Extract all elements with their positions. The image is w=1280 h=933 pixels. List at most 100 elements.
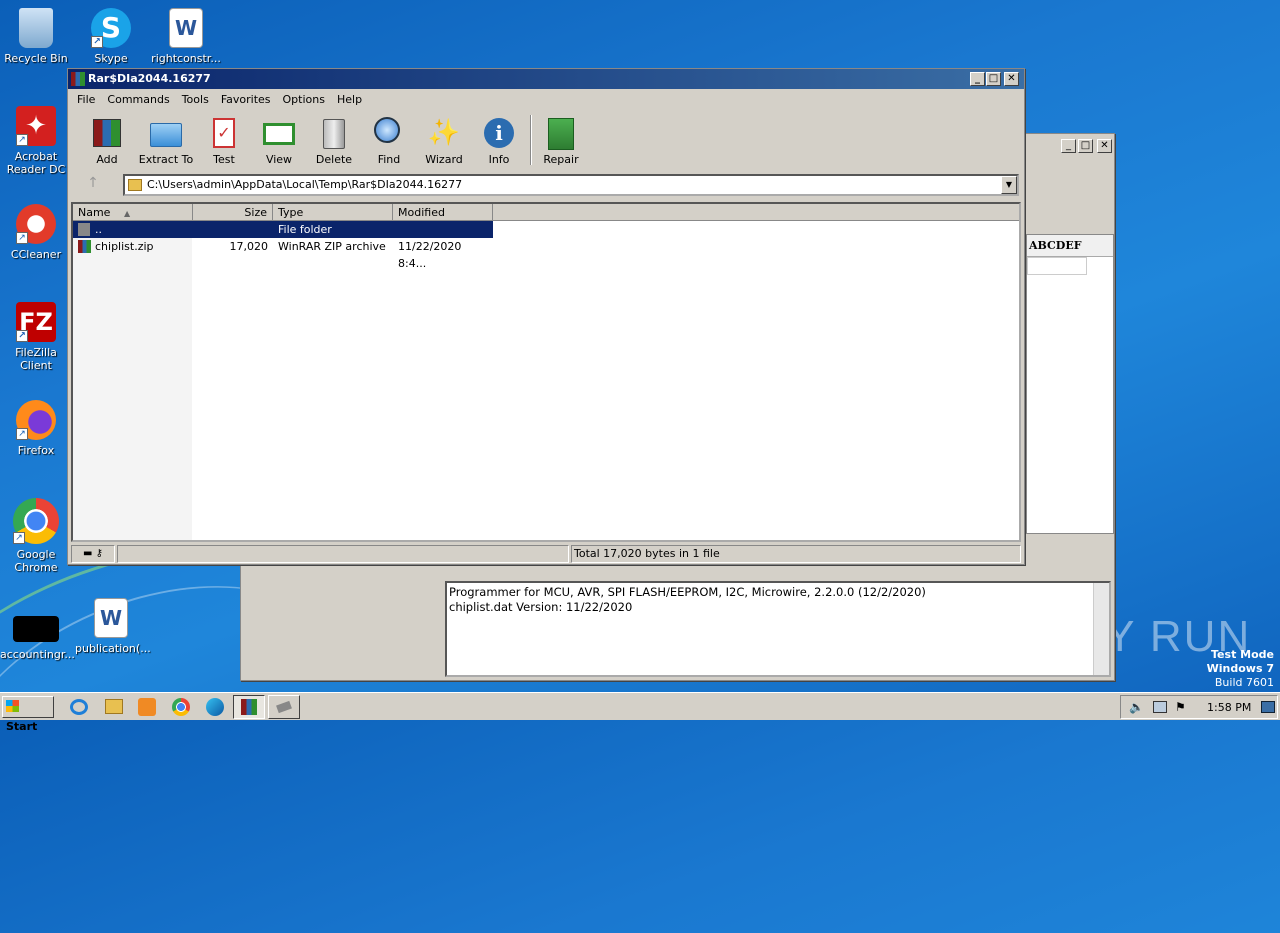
log-scrollbar[interactable] [1093, 583, 1109, 675]
menu-help[interactable]: Help [331, 93, 368, 106]
wizard-button[interactable]: ✨ Wizard [414, 115, 474, 166]
shortcut-arrow-icon: ↗ [16, 232, 28, 244]
trash-icon [316, 115, 352, 151]
desktop-icon-ccleaner[interactable]: ↗ CCleaner [0, 204, 72, 261]
delete-button[interactable]: Delete [304, 115, 364, 166]
menu-commands[interactable]: Commands [101, 93, 175, 106]
title-bar[interactable]: Rar$DIa2044.16277 _ □ ✕ [68, 69, 1024, 89]
network-icon[interactable] [1153, 701, 1167, 713]
explorer-icon[interactable] [105, 699, 123, 714]
maximize-button[interactable]: □ [1078, 139, 1093, 153]
magnifier-icon [371, 115, 407, 151]
word-document-icon: W [169, 8, 203, 48]
find-button[interactable]: Find [359, 115, 419, 166]
winrar-window[interactable]: Rar$DIa2044.16277 _ □ ✕ File Commands To… [67, 68, 1025, 565]
recycle-bin-icon [19, 8, 53, 48]
info-button[interactable]: i Info [469, 115, 529, 166]
filezilla-icon: FZ ↗ [16, 302, 56, 342]
taskbar: Start 🔈 ⚑ 1:58 PM [0, 692, 1280, 733]
repair-button[interactable]: Repair [531, 115, 591, 166]
desktop-icon-recycle-bin[interactable]: Recycle Bin [0, 8, 72, 65]
status-text: Total 17,020 bytes in 1 file [571, 545, 1021, 563]
action-center-flag-icon[interactable]: ⚑ [1175, 700, 1186, 714]
add-button[interactable]: Add [77, 115, 137, 166]
windows-logo-icon [6, 700, 19, 712]
column-header-type[interactable]: Type [273, 204, 393, 221]
desktop-icon-acrobat[interactable]: ✦ ↗ Acrobat Reader DC [0, 106, 72, 176]
skype-icon: S ↗ [91, 8, 131, 48]
table-row[interactable]: .. File folder [73, 221, 493, 238]
shortcut-arrow-icon: ↗ [13, 532, 25, 544]
shortcut-arrow-icon: ↗ [91, 36, 103, 48]
window-title: Rar$DIa2044.16277 [88, 72, 211, 85]
winrar-app-icon [71, 72, 85, 86]
menu-favorites[interactable]: Favorites [215, 93, 277, 106]
address-dropdown-button[interactable]: ▼ [1001, 176, 1017, 194]
column-header-size[interactable]: Size [193, 204, 273, 221]
chrome-taskbar-icon[interactable] [172, 698, 190, 716]
chip-table: ABCDEF [1026, 234, 1114, 534]
test-button[interactable]: ✓ Test [194, 115, 254, 166]
status-bar: ▬ ⚷ Total 17,020 bytes in 1 file [71, 545, 1021, 563]
view-button[interactable]: View [249, 115, 309, 166]
show-desktop-icon[interactable] [1261, 701, 1275, 713]
system-tray: 🔈 ⚑ 1:58 PM [1120, 695, 1278, 719]
minimize-button[interactable]: _ [970, 72, 985, 86]
zip-archive-icon [78, 240, 91, 253]
chip-table-header: ABCDEF [1027, 235, 1113, 257]
desktop-icon-publication[interactable]: W publication(... [75, 598, 151, 655]
programmer-taskbar-button[interactable] [268, 695, 300, 719]
file-list[interactable]: Name ▲ Size Type Modified .. File folder… [71, 202, 1021, 542]
desktop-icon-skype[interactable]: S ↗ Skype [75, 8, 147, 65]
menu-file[interactable]: File [71, 93, 101, 106]
magic-wand-icon: ✨ [427, 118, 461, 148]
black-file-icon [13, 616, 59, 642]
desktop-icon-accounting[interactable]: accountingr... [0, 608, 75, 661]
firefox-icon: ↗ [16, 400, 56, 440]
volume-icon[interactable]: 🔈 [1129, 700, 1144, 714]
winrar-icon [241, 699, 257, 715]
column-header-modified[interactable]: Modified [393, 204, 493, 221]
close-button[interactable]: ✕ [1004, 72, 1019, 86]
shortcut-arrow-icon: ↗ [16, 134, 28, 146]
table-row[interactable]: chiplist.zip 17,020 WinRAR ZIP archive 1… [73, 238, 493, 270]
menu-tools[interactable]: Tools [176, 93, 215, 106]
clipboard-check-icon: ✓ [206, 115, 242, 151]
desktop-icon-chrome[interactable]: ↗ Google Chrome [0, 498, 72, 574]
ie-icon[interactable] [70, 699, 88, 715]
media-player-icon[interactable] [138, 698, 156, 716]
menu-options[interactable]: Options [277, 93, 331, 106]
desktop-icon-firefox[interactable]: ↗ Firefox [0, 400, 72, 457]
shortcut-arrow-icon: ↗ [16, 428, 28, 440]
parent-folder-icon [78, 223, 90, 236]
ccleaner-icon: ↗ [16, 204, 56, 244]
desktop-icon-filezilla[interactable]: FZ ↗ FileZilla Client [0, 302, 72, 372]
address-bar[interactable]: C:\Users\admin\AppData\Local\Temp\Rar$DI… [123, 174, 1019, 196]
extract-to-button[interactable]: Extract To [136, 115, 196, 166]
chip-icon [276, 700, 292, 714]
close-button[interactable]: ✕ [1097, 139, 1112, 153]
repair-kit-icon [543, 115, 579, 151]
shortcut-arrow-icon: ↗ [16, 330, 28, 342]
sort-ascending-icon: ▲ [123, 209, 131, 218]
winrar-taskbar-button[interactable] [233, 695, 265, 719]
add-archive-icon [89, 115, 125, 151]
up-folder-button[interactable]: ↑ [78, 175, 108, 195]
clock[interactable]: 1:58 PM [1207, 701, 1251, 714]
maximize-button[interactable]: □ [986, 72, 1001, 86]
desktop-icon-word-doc[interactable]: W rightconstr... [150, 8, 222, 65]
info-icon: i [481, 115, 517, 151]
log-panel: Programmer for MCU, AVR, SPI FLASH/EEPRO… [445, 581, 1111, 677]
folder-icon [128, 179, 142, 191]
folder-icon [148, 115, 184, 151]
minimize-button[interactable]: _ [1061, 139, 1076, 153]
start-button[interactable]: Start [2, 696, 54, 733]
edge-icon[interactable] [206, 698, 224, 716]
chrome-icon: ↗ [13, 498, 59, 544]
menu-bar: File Commands Tools Favorites Options He… [68, 89, 1024, 109]
drive-key-icon[interactable]: ▬ ⚷ [71, 545, 115, 563]
test-mode-text: Test Mode Windows 7 Build 7601 [1206, 648, 1274, 689]
column-header-name[interactable]: Name ▲ [73, 204, 193, 221]
column-header-blank [493, 204, 1019, 221]
word-document-icon: W [94, 598, 128, 638]
